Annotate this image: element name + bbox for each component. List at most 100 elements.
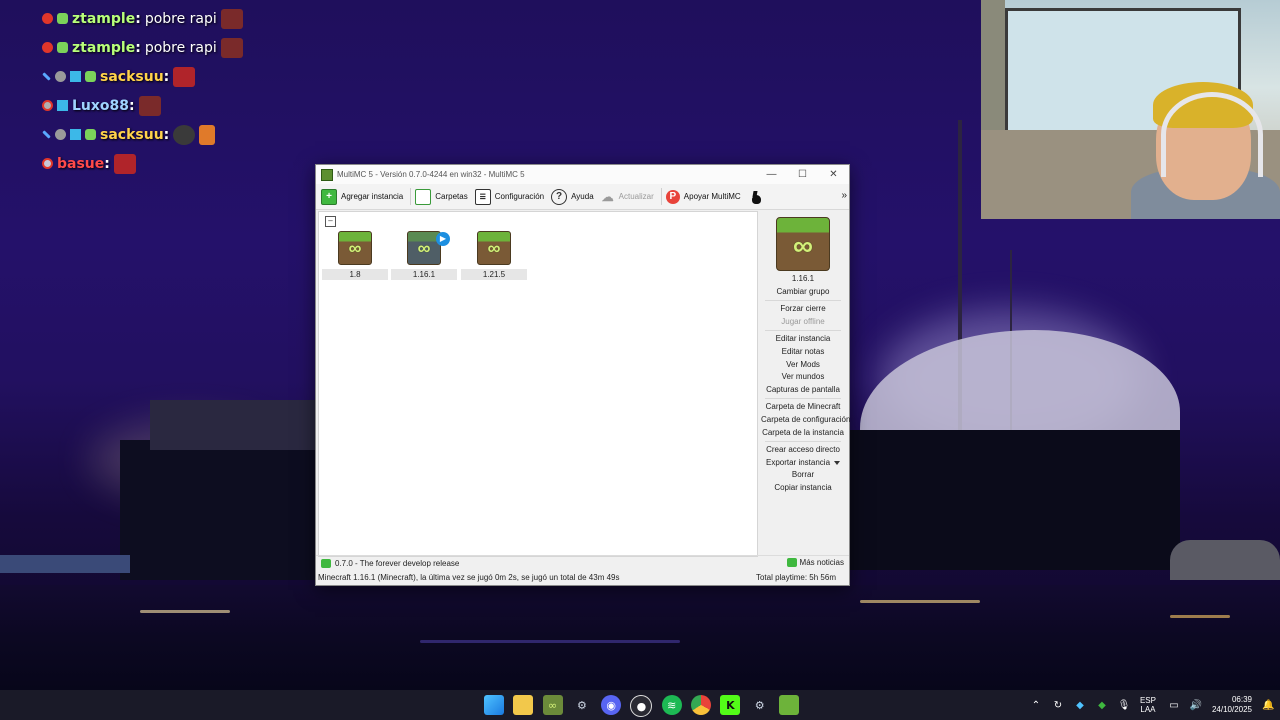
- chrome-icon[interactable]: [691, 695, 712, 715]
- shadow-face-emote-icon: [173, 124, 196, 145]
- instance-status-text: Minecraft 1.16.1 (Minecraft), la última …: [318, 572, 620, 582]
- multimc-icon[interactable]: ∞: [542, 695, 563, 715]
- cat-icon[interactable]: [750, 190, 762, 204]
- help-label: Ayuda: [571, 192, 594, 201]
- instance-item[interactable]: ∞ 1.21.5: [461, 231, 527, 280]
- chat-colon: :: [163, 68, 170, 85]
- panel-divider: [765, 330, 841, 332]
- display-icon[interactable]: ▭: [1168, 699, 1180, 711]
- folders-button[interactable]: Carpetas: [413, 186, 472, 207]
- instance-list[interactable]: – ∞ 1.8 ∞ ▶ 1.16.1 ∞ 1.21.5: [318, 211, 758, 557]
- instance-item[interactable]: ∞ 1.8: [322, 231, 388, 280]
- green-creature-badge-icon: [85, 71, 96, 82]
- shield-icon[interactable]: ◆: [1096, 699, 1108, 711]
- chat-username: ztample: [72, 10, 136, 27]
- volume-icon[interactable]: 🔊: [1190, 699, 1202, 711]
- toolbar-overflow-button[interactable]: »: [841, 190, 847, 201]
- language-code: ESP: [1139, 696, 1156, 705]
- minecraft-folder-button[interactable]: Carpeta de Minecraft: [761, 401, 845, 414]
- close-button[interactable]: ✕: [818, 169, 849, 180]
- obs-icon[interactable]: ●: [630, 695, 653, 717]
- blue-cube-badge-icon: [70, 71, 81, 82]
- instance-name: 1.8: [322, 269, 388, 280]
- discord-icon[interactable]: ◉: [601, 695, 622, 715]
- title-bar[interactable]: MultiMC 5 - Versión 0.7.0-4244 en win32 …: [316, 165, 849, 184]
- fire-emote-icon: [199, 124, 216, 145]
- notification-bell-icon[interactable]: 🔔: [1262, 700, 1274, 711]
- multimc-window: MultiMC 5 - Versión 0.7.0-4244 en win32 …: [315, 164, 850, 586]
- windows-start-icon[interactable]: [484, 695, 504, 715]
- export-instance-label: Exportar instancia: [765, 457, 831, 467]
- instance-folder-button[interactable]: Carpeta de la instancia: [761, 427, 845, 440]
- support-multimc-button[interactable]: P Apoyar MultiMC: [664, 186, 746, 207]
- instance-name: 1.21.5: [461, 269, 527, 280]
- minimize-button[interactable]: —: [756, 169, 787, 180]
- edit-notes-button[interactable]: Editar notas: [761, 346, 845, 359]
- news-icon: [321, 558, 331, 568]
- chevron-up-icon[interactable]: ⌃: [1030, 699, 1042, 711]
- instance-item[interactable]: ∞ ▶ 1.16.1: [391, 231, 457, 280]
- view-worlds-button[interactable]: Ver mundos: [761, 371, 845, 384]
- keyboard-layout: LAA: [1140, 705, 1156, 714]
- file-explorer-icon[interactable]: [513, 695, 534, 715]
- red-ball-badge-icon: [42, 13, 53, 24]
- green-creature-badge-icon: [85, 129, 96, 140]
- help-button[interactable]: ? Ayuda: [549, 186, 599, 207]
- config-folder-button[interactable]: Carpeta de configuración: [761, 414, 850, 427]
- chat-colon: :: [135, 39, 141, 56]
- more-news-button[interactable]: Más noticias: [786, 558, 844, 567]
- selected-instance-icon[interactable]: ∞: [776, 217, 830, 271]
- green-creature-badge-icon: [57, 13, 68, 24]
- panel-divider: [765, 398, 841, 400]
- taskbar-apps: ∞ ⚙ ◉ ● ≋ K ⚙: [484, 695, 808, 717]
- selected-instance-name: 1.16.1: [791, 274, 815, 283]
- chat-colon: :: [104, 155, 110, 172]
- chat-colon: :: [135, 10, 141, 27]
- view-mods-button[interactable]: Ver Mods: [761, 359, 845, 372]
- sync-icon[interactable]: ↻: [1052, 699, 1064, 711]
- language-indicator[interactable]: ESP LAA: [1140, 696, 1156, 714]
- headphones: [1161, 92, 1263, 177]
- copy-instance-button[interactable]: Copiar instancia: [761, 482, 845, 495]
- gray-eye-badge-icon: [42, 100, 53, 111]
- steam-icon[interactable]: ⚙: [572, 695, 592, 715]
- group-collapse-toggle[interactable]: –: [325, 216, 336, 227]
- news-headline[interactable]: 0.7.0 - The forever develop release: [335, 559, 459, 568]
- green-creature-badge-icon: [57, 42, 68, 53]
- maximize-button[interactable]: ☐: [787, 169, 818, 180]
- angry-face-emote-icon: [220, 37, 243, 58]
- spotify-icon[interactable]: ≋: [661, 695, 682, 715]
- update-button[interactable]: ☁ Actualizar: [599, 186, 659, 207]
- chat-message: sacksuu:: [42, 62, 302, 91]
- play-offline-button[interactable]: Jugar offline: [761, 316, 845, 329]
- angry-face-emote-icon: [138, 95, 161, 116]
- play-icon: ▶: [436, 232, 450, 246]
- force-close-button[interactable]: Forzar cierre: [761, 303, 845, 316]
- stream-chat-overlay: ztample: pobre rapi ztample: pobre rapi …: [42, 4, 302, 178]
- microphone-icon[interactable]: 🎙: [1118, 699, 1131, 711]
- minecraft-icon[interactable]: [778, 695, 799, 715]
- create-shortcut-button[interactable]: Crear acceso directo: [761, 444, 845, 457]
- kick-icon[interactable]: K: [720, 695, 741, 715]
- instance-icon: ∞: [477, 231, 511, 265]
- toolbar-divider: [660, 188, 662, 205]
- cloud-update-icon: ☁: [601, 189, 614, 204]
- screenshots-button[interactable]: Capturas de pantalla: [761, 384, 845, 397]
- dropdown-arrow-icon: [834, 460, 841, 465]
- sword-badge-icon: [42, 72, 51, 81]
- network-icon[interactable]: ◆: [1074, 699, 1086, 711]
- delete-instance-button[interactable]: Borrar: [761, 469, 845, 482]
- chat-colon: :: [163, 126, 170, 143]
- steam-icon[interactable]: ⚙: [750, 695, 770, 715]
- edit-instance-button[interactable]: Editar instancia: [761, 333, 845, 346]
- chat-text: pobre rapi: [144, 39, 217, 56]
- settings-label: Configuración: [494, 192, 545, 201]
- add-instance-button[interactable]: + Agregar instancia: [319, 186, 408, 207]
- clock[interactable]: 06:39 24/10/2025: [1212, 695, 1252, 715]
- chat-username: sacksuu: [100, 68, 164, 85]
- change-group-button[interactable]: Cambiar grupo: [761, 286, 845, 299]
- export-instance-button[interactable]: Exportar instancia: [761, 457, 845, 470]
- chat-username: basue: [57, 155, 105, 172]
- chat-username: ztample: [72, 39, 136, 56]
- settings-button[interactable]: ☰ Configuración: [473, 186, 549, 207]
